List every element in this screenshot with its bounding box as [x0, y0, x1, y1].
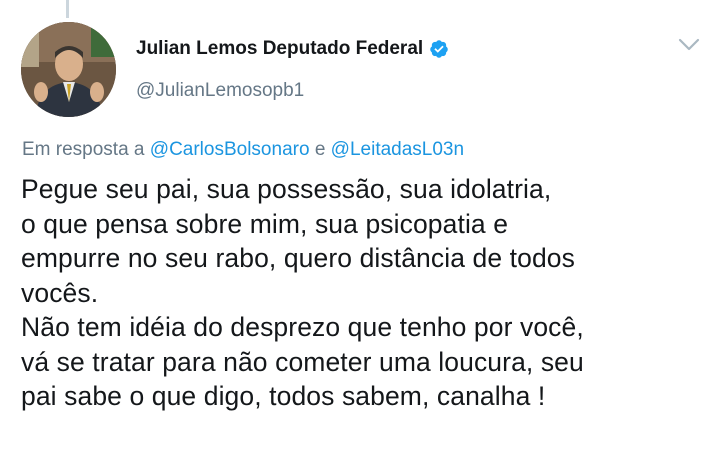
tweet-text: Pegue seu pai, sua possessão, sua idolat…	[21, 174, 584, 411]
avatar-image	[21, 22, 116, 117]
author-display-name[interactable]: Julian Lemos Deputado Federal	[136, 38, 423, 60]
reply-conjunction: e	[314, 139, 326, 160]
chevron-down-icon[interactable]	[678, 38, 700, 52]
avatar[interactable]	[21, 22, 116, 117]
thread-connector-line	[66, 0, 69, 18]
tweet-card[interactable]: Julian Lemos Deputado Federal @JulianLem…	[0, 0, 720, 463]
author-name-row[interactable]: Julian Lemos Deputado Federal	[136, 38, 449, 60]
verified-badge-icon	[430, 40, 448, 58]
author-handle[interactable]: @JulianLemosopb1	[136, 80, 304, 102]
reply-context: Em resposta a @CarlosBolsonaro e @Leitad…	[22, 139, 464, 161]
reply-mention-leitadas[interactable]: @LeitadasL03n	[331, 139, 464, 160]
reply-mention-carlos[interactable]: @CarlosBolsonaro	[150, 139, 310, 160]
reply-prefix: Em resposta a	[22, 139, 145, 160]
